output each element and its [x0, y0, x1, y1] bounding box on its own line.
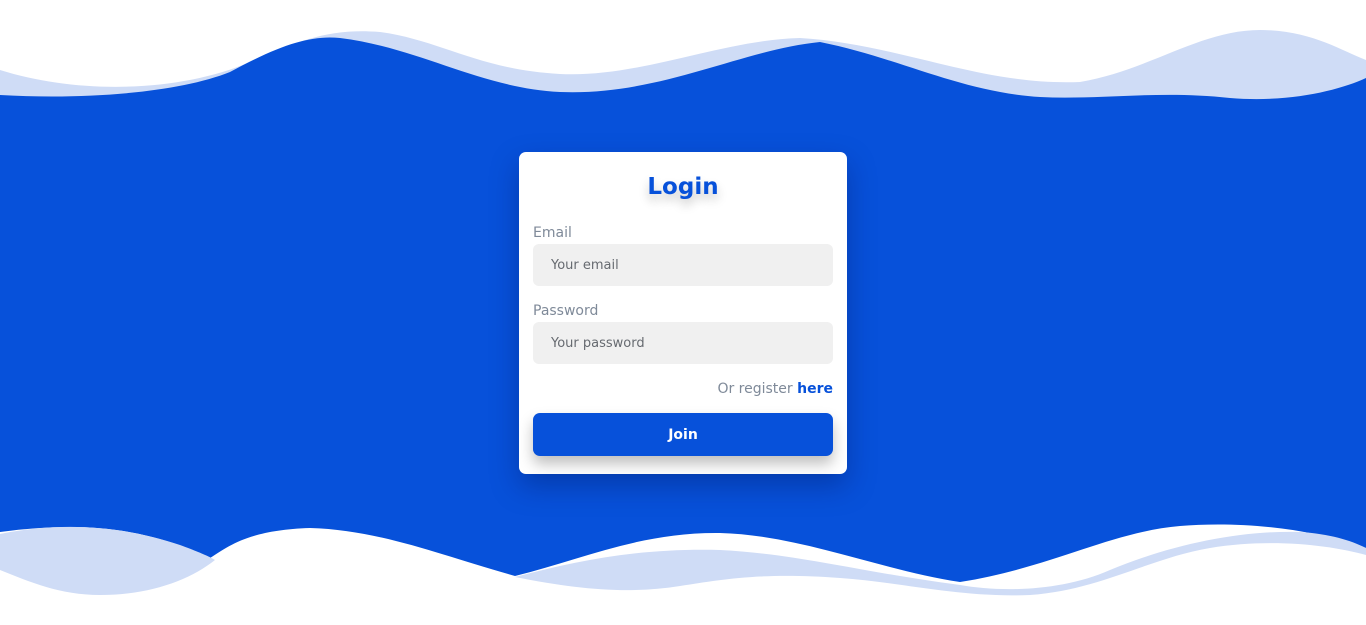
- page-background: Login Email Password Or register here Jo…: [0, 0, 1366, 625]
- email-input[interactable]: [533, 244, 833, 286]
- password-input[interactable]: [533, 322, 833, 364]
- email-label: Email: [533, 225, 572, 241]
- login-card: Login Email Password Or register here Jo…: [519, 152, 847, 474]
- register-link[interactable]: here: [797, 381, 833, 397]
- register-prompt: Or register here: [717, 380, 833, 398]
- password-label: Password: [533, 303, 599, 319]
- register-prefix-text: Or register: [717, 381, 793, 397]
- join-button[interactable]: Join: [533, 413, 833, 456]
- login-title: Login: [647, 174, 719, 200]
